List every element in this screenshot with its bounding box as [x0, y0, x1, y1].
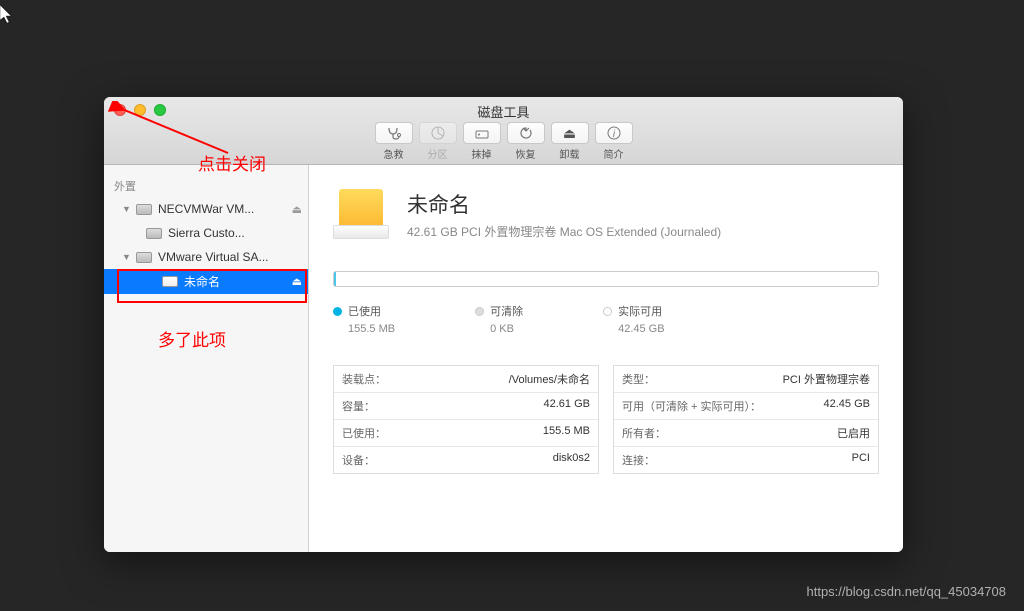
disk-icon	[146, 228, 162, 239]
sidebar: 外置 ▼ NECVMWar VM... ⏏ Sierra Custo... ▼ …	[104, 165, 309, 552]
legend-dot-used	[333, 307, 342, 316]
disclosure-triangle-icon[interactable]: ▼	[122, 204, 130, 214]
usage-legend: 已使用 155.5 MB 可清除 0 KB 实际可用 42.45 GB	[333, 303, 879, 335]
sidebar-item-sierra[interactable]: Sierra Custo...	[104, 221, 308, 245]
content-pane: 未命名 42.61 GB PCI 外置物理宗卷 Mac OS Extended …	[309, 165, 903, 552]
sidebar-item-vmware[interactable]: ▼ VMware Virtual SA...	[104, 245, 308, 269]
properties-table-right: 类型：PCI 外置物理宗卷 可用（可清除 + 实际可用）：42.45 GB 所有…	[613, 365, 879, 474]
first-aid-button[interactable]: 急救	[375, 122, 413, 161]
partition-button: 分区	[419, 122, 457, 161]
legend-dot-free	[603, 307, 612, 316]
volume-description: 42.61 GB PCI 外置物理宗卷 Mac OS Extended (Jou…	[407, 223, 721, 240]
pie-icon	[431, 126, 445, 140]
restore-button[interactable]: 恢复	[507, 122, 545, 161]
eject-icon: ⏏	[551, 122, 589, 144]
info-button[interactable]: i 简介	[595, 122, 633, 161]
stethoscope-icon	[386, 126, 402, 140]
sidebar-header-external: 外置	[104, 175, 308, 197]
unmount-button[interactable]: ⏏ 卸载	[551, 122, 589, 161]
properties-table-left: 装载点：/Volumes/未命名 容量：42.61 GB 已使用：155.5 M…	[333, 365, 599, 474]
annotation-added-item: 多了此项	[158, 326, 226, 351]
mouse-cursor	[0, 5, 14, 30]
erase-button[interactable]: 抹掉	[463, 122, 501, 161]
volume-icon	[333, 189, 389, 245]
annotation-highlight-box	[117, 269, 307, 303]
usage-bar	[333, 271, 879, 287]
sidebar-item-necvmwar[interactable]: ▼ NECVMWar VM... ⏏	[104, 197, 308, 221]
volume-name: 未命名	[407, 189, 721, 219]
disk-icon	[136, 252, 152, 263]
watermark: https://blog.csdn.net/qq_45034708	[807, 584, 1007, 599]
eject-icon[interactable]: ⏏	[292, 203, 302, 216]
restore-icon	[519, 126, 533, 140]
disk-icon	[136, 204, 152, 215]
annotation-arrow	[108, 101, 238, 161]
erase-icon	[474, 126, 490, 140]
disclosure-triangle-icon[interactable]: ▼	[122, 252, 130, 262]
legend-dot-purgeable	[475, 307, 484, 316]
info-icon: i	[607, 126, 621, 140]
